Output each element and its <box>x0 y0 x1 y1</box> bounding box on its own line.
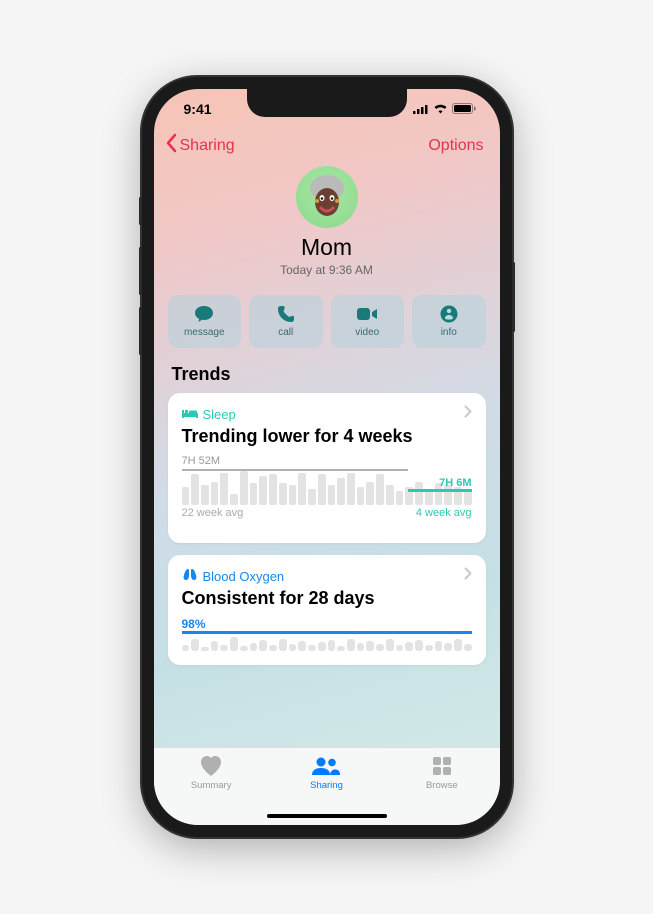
ox-chart: 98% <box>182 617 472 665</box>
profile-name: Mom <box>301 234 352 261</box>
sleep-trend-title: Trending lower for 4 weeks <box>182 426 472 447</box>
silent-switch <box>139 197 142 225</box>
sleep-bars <box>182 455 472 505</box>
sleep-short-avg-value: 7H 6M <box>439 477 471 489</box>
avatar-memoji-icon <box>306 174 348 220</box>
phone-frame: 9:41 Sharing Options <box>142 77 512 837</box>
video-icon <box>356 305 378 323</box>
video-label: video <box>355 327 379 338</box>
lungs-icon <box>182 568 198 584</box>
notch <box>247 89 407 117</box>
sleep-short-avg-line <box>408 489 472 492</box>
tab-sharing-label: Sharing <box>310 780 343 791</box>
nav-bar: Sharing Options <box>154 129 500 166</box>
ox-trend-title: Consistent for 28 days <box>182 588 472 609</box>
home-indicator[interactable] <box>267 814 387 818</box>
info-button[interactable]: info <box>412 295 486 348</box>
chevron-right-icon <box>464 567 472 585</box>
call-button[interactable]: call <box>249 295 323 348</box>
sleep-long-avg-line <box>182 469 408 471</box>
chevron-right-icon <box>464 405 472 423</box>
phone-icon <box>277 305 295 323</box>
message-button[interactable]: message <box>168 295 242 348</box>
bed-icon <box>182 407 198 422</box>
tab-browse[interactable]: Browse <box>402 754 482 825</box>
info-label: info <box>441 327 457 338</box>
sleep-footer-right: 4 week avg <box>416 507 472 519</box>
grid-icon <box>432 754 452 778</box>
video-button[interactable]: video <box>331 295 405 348</box>
wifi-icon <box>433 101 448 117</box>
battery-icon <box>452 101 476 117</box>
action-row: message call video info <box>154 289 500 364</box>
tab-summary[interactable]: Summary <box>171 754 251 825</box>
trend-card-sleep[interactable]: Sleep Trending lower for 4 weeks 7H 52M … <box>168 393 486 543</box>
back-label: Sharing <box>180 137 235 155</box>
sleep-long-avg-value: 7H 52M <box>182 455 221 467</box>
ox-bars <box>182 617 472 651</box>
ox-value-label: 98% <box>182 617 206 631</box>
heart-icon <box>199 754 223 778</box>
people-icon <box>311 754 341 778</box>
chevron-left-icon <box>164 133 178 158</box>
message-icon <box>194 305 214 323</box>
sleep-chart: 7H 52M 7H 6M 22 week avg 4 week avg <box>182 455 472 531</box>
power-button <box>512 262 515 332</box>
trend-card-blood-oxygen[interactable]: Blood Oxygen Consistent for 28 days 98% <box>168 555 486 665</box>
volume-up-button <box>139 247 142 295</box>
status-time: 9:41 <box>184 101 212 117</box>
screen: 9:41 Sharing Options <box>154 89 500 825</box>
call-label: call <box>278 327 293 338</box>
info-icon <box>440 305 458 323</box>
options-button[interactable]: Options <box>428 137 483 155</box>
signal-icon <box>413 101 429 117</box>
message-label: message <box>184 327 225 338</box>
tab-browse-label: Browse <box>426 780 458 791</box>
content-scroll[interactable]: Trends Sleep Trending lower for 4 weeks <box>154 364 500 747</box>
back-button[interactable]: Sharing <box>164 133 235 158</box>
tab-summary-label: Summary <box>191 780 232 791</box>
volume-down-button <box>139 307 142 355</box>
profile-header: Mom Today at 9:36 AM <box>154 166 500 289</box>
trends-title: Trends <box>154 364 500 393</box>
avatar[interactable] <box>296 166 358 228</box>
sleep-category-label: Sleep <box>203 407 236 422</box>
status-indicators <box>413 101 476 117</box>
ox-category-label: Blood Oxygen <box>203 569 285 584</box>
sleep-footer-left: 22 week avg <box>182 507 244 519</box>
profile-subtitle: Today at 9:36 AM <box>280 263 373 277</box>
ox-avg-line <box>182 631 472 634</box>
